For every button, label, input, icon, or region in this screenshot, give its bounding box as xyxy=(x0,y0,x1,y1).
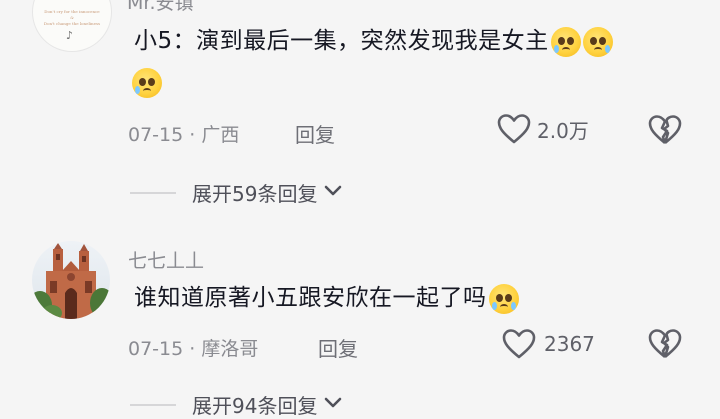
expand-replies-label: 展开59条回复 xyxy=(192,182,318,206)
chevron-down-icon xyxy=(323,183,343,202)
meta-separator: · xyxy=(189,338,202,360)
comment-username[interactable]: 七七丄丄 xyxy=(128,246,204,273)
reply-button[interactable]: 回复 xyxy=(295,119,335,148)
avatar[interactable]: Don't cry for the innocence & Don't chan… xyxy=(32,0,112,52)
crying-face-emoji xyxy=(132,68,162,98)
comment-text-line: 谁知道原著小五跟安欣在一起了吗 xyxy=(134,285,487,311)
comment-location: 摩洛哥 xyxy=(201,338,259,360)
heart-outline-icon xyxy=(502,328,536,360)
crying-face-emoji xyxy=(550,26,581,57)
comment-username[interactable]: Mr.安镇 xyxy=(127,0,194,15)
broken-heart-icon xyxy=(648,114,682,146)
avatar[interactable] xyxy=(32,241,110,319)
dislike-button[interactable] xyxy=(648,328,682,360)
crying-face-emoji xyxy=(488,283,519,314)
expand-divider xyxy=(130,191,176,194)
reply-button[interactable]: 回复 xyxy=(318,333,358,362)
broken-heart-icon xyxy=(648,328,682,360)
meta-separator: · xyxy=(189,124,202,146)
avatar-caption: Don't cry for the innocence & Don't chan… xyxy=(43,9,101,26)
like-count: 2.0万 xyxy=(537,118,589,143)
comment-date: 07-15 xyxy=(128,124,184,146)
comment-text-line: 小5：演到最后一集，突然发现我是女主 xyxy=(134,28,549,54)
cathedral-avatar-image xyxy=(32,241,110,319)
expand-replies[interactable]: 展开59条回复 xyxy=(130,178,343,207)
heart-outline-icon xyxy=(497,113,531,145)
comment-text: 谁知道原著小五跟安欣在一起了吗 xyxy=(134,281,694,315)
like-count: 2367 xyxy=(544,332,595,356)
comment-location: 广西 xyxy=(201,124,240,146)
comment-meta: 07-15 · 摩洛哥 xyxy=(128,334,258,361)
crying-face-emoji xyxy=(582,26,613,57)
emoji-line xyxy=(130,68,162,98)
dislike-button[interactable] xyxy=(648,114,682,146)
tiktok-logo-icon: ♪ xyxy=(66,29,74,42)
comment-text: 小5：演到最后一集，突然发现我是女主 xyxy=(134,24,694,58)
like-button[interactable]: 2.0万 xyxy=(497,113,589,145)
comment-date: 07-15 xyxy=(128,338,184,360)
like-button[interactable]: 2367 xyxy=(502,328,595,360)
comment-meta: 07-15 · 广西 xyxy=(128,120,239,147)
